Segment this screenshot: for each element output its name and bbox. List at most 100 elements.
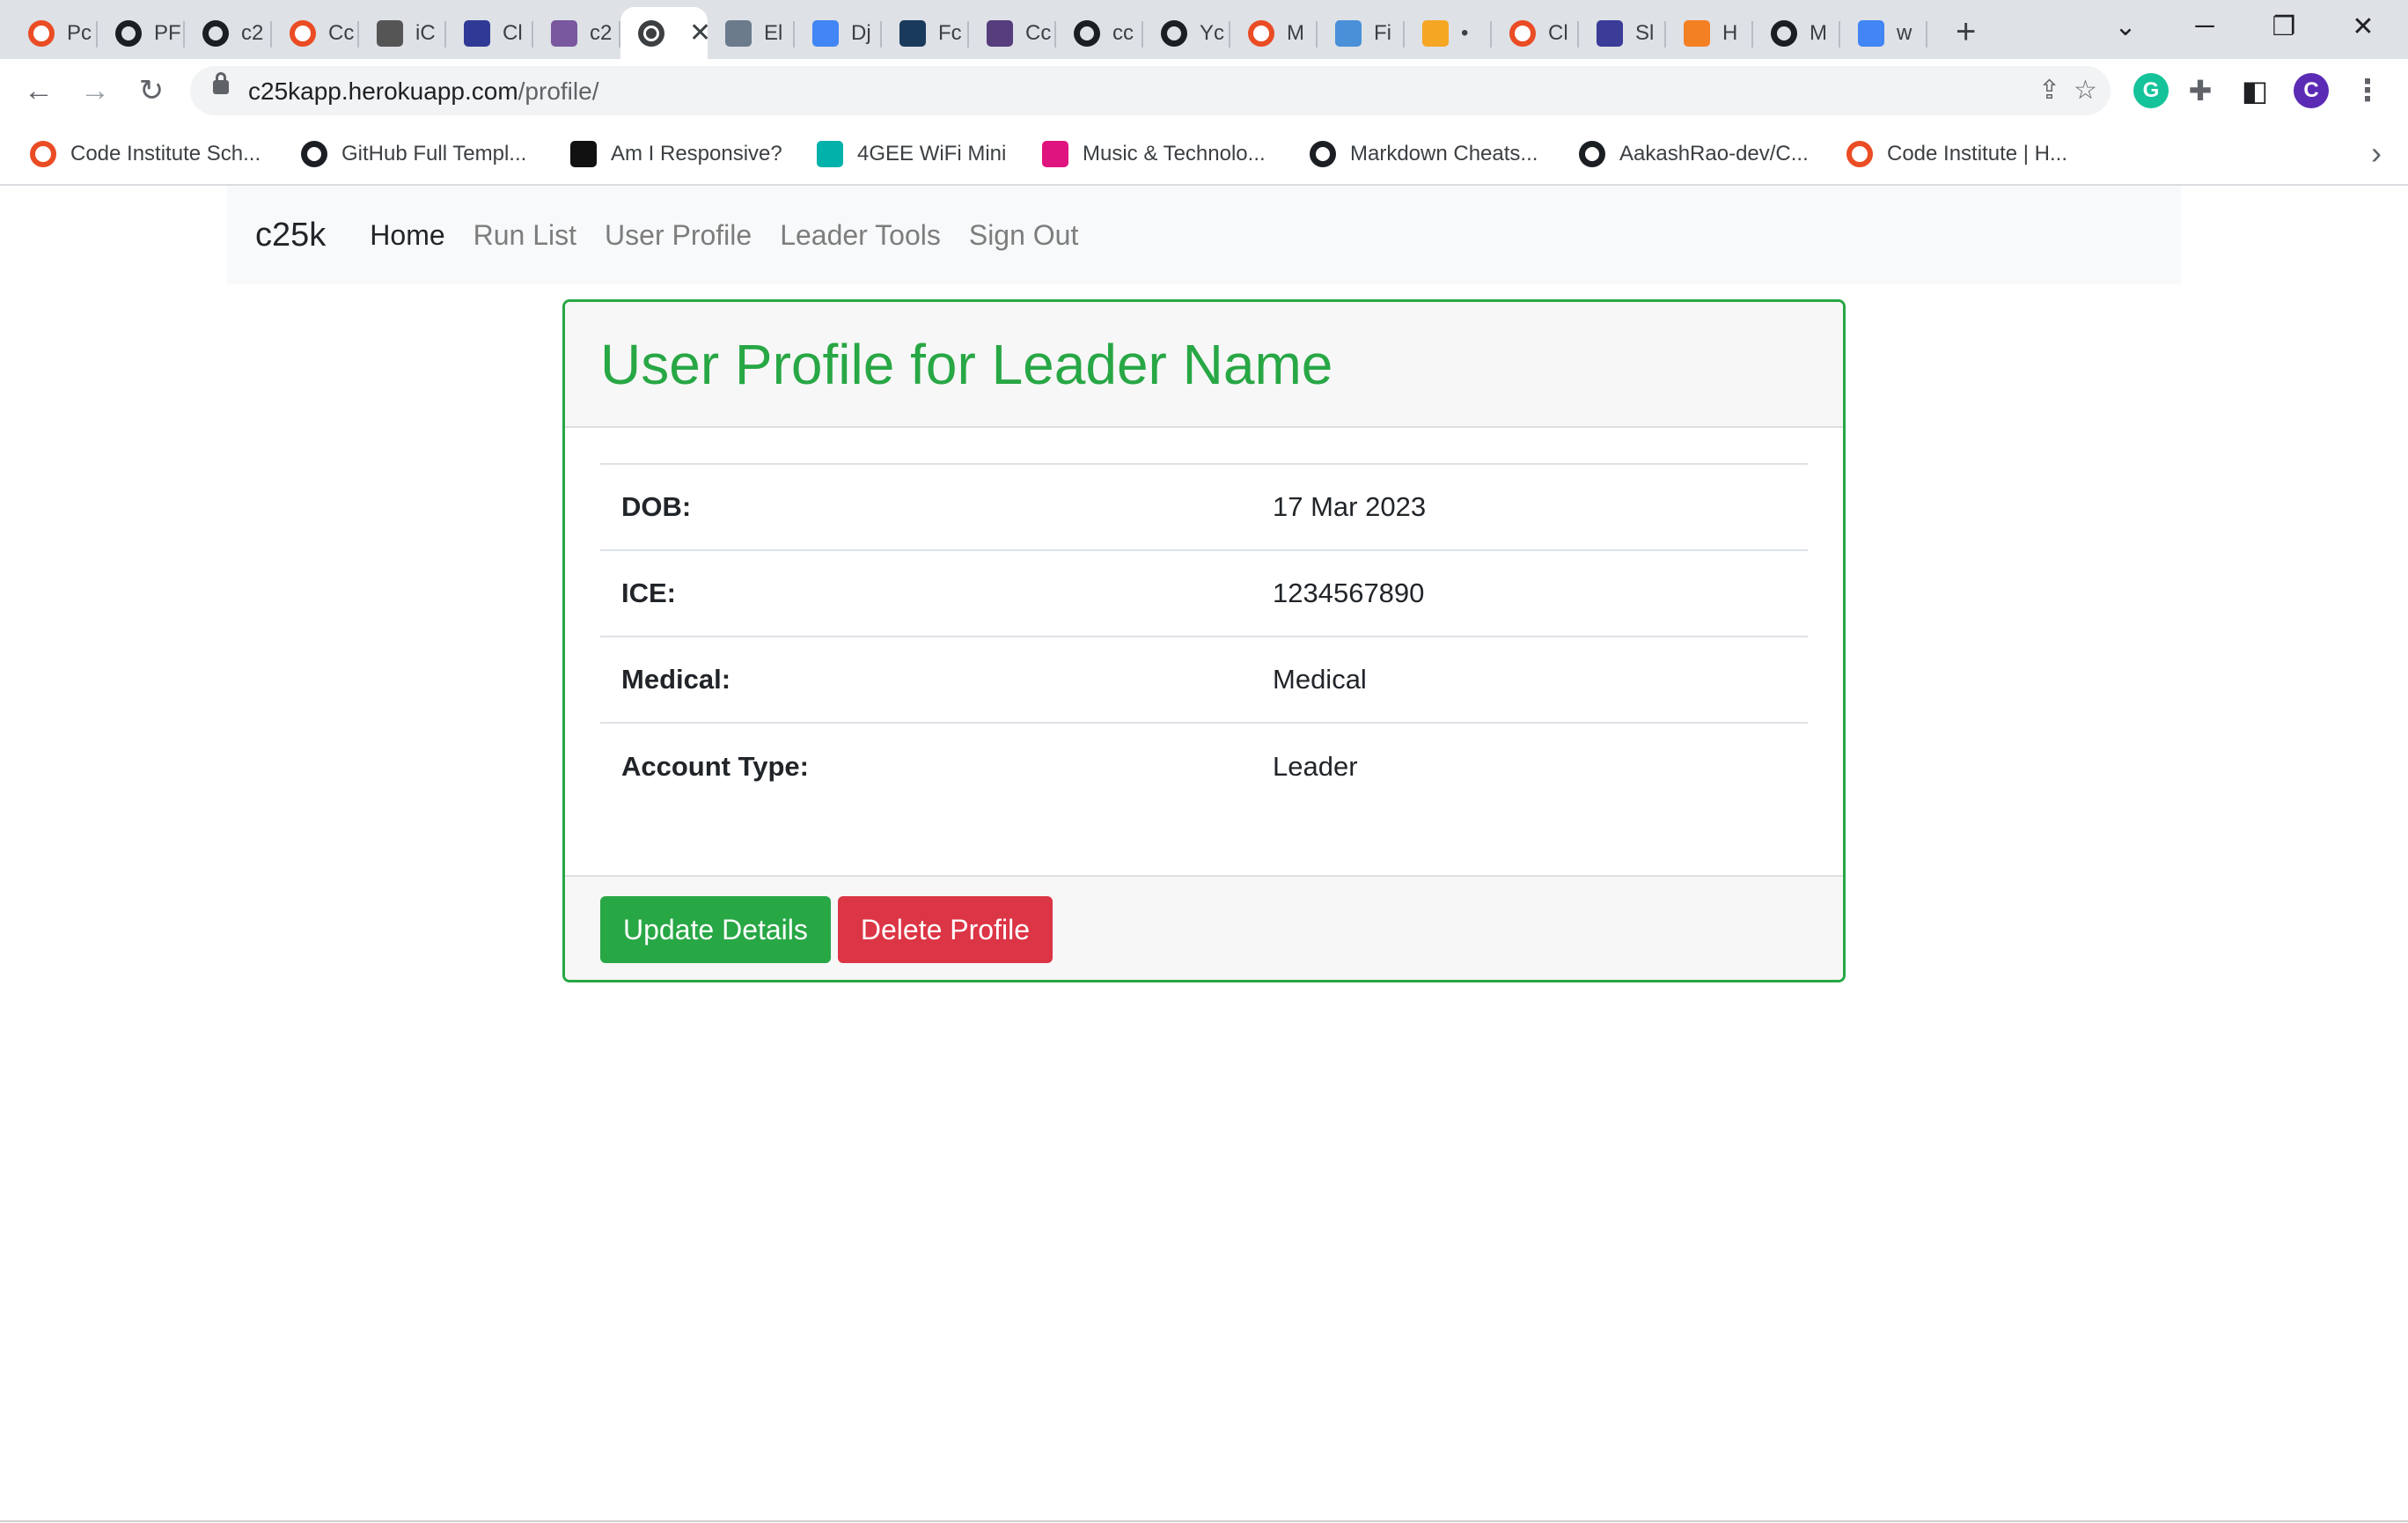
bookmark-item[interactable]: Code Institute Sch... bbox=[30, 138, 261, 170]
github-icon bbox=[301, 141, 327, 167]
bookmark-item[interactable]: 4GEE WiFi Mini bbox=[817, 138, 1006, 170]
tab-title: Pc bbox=[67, 20, 92, 45]
bookmark-item[interactable]: Music & Technolo... bbox=[1042, 138, 1266, 170]
google-icon bbox=[1858, 19, 1884, 47]
bookmark-star-icon[interactable]: ☆ bbox=[2074, 75, 2097, 106]
code-institute-icon bbox=[1248, 19, 1274, 47]
browser-tab[interactable]: Fi bbox=[1318, 7, 1405, 59]
reload-icon[interactable]: ↻ bbox=[132, 71, 171, 110]
heroku-icon bbox=[551, 19, 577, 47]
grammarly-extension-icon[interactable]: G bbox=[2133, 73, 2169, 108]
nav-link-leader-tools[interactable]: Leader Tools bbox=[780, 219, 941, 252]
side-panel-icon[interactable]: ◧ bbox=[2237, 73, 2272, 108]
browser-tab[interactable]: c2 bbox=[185, 7, 272, 59]
restore-window-icon[interactable]: ❐ bbox=[2253, 0, 2315, 53]
nav-link-home[interactable]: Home bbox=[370, 219, 444, 252]
tab-title: Sl bbox=[1635, 20, 1655, 45]
browser-tab[interactable]: Dj bbox=[795, 7, 882, 59]
new-tab-button[interactable]: + bbox=[1956, 12, 1976, 52]
bookmark-item[interactable]: Code Institute | H... bbox=[1846, 138, 2067, 170]
profile-avatar[interactable]: C bbox=[2294, 73, 2329, 108]
browser-tab[interactable]: w bbox=[1840, 7, 1927, 59]
nav-link-sign-out[interactable]: Sign Out bbox=[969, 219, 1079, 252]
ui-logo-icon bbox=[570, 141, 597, 167]
browser-tab[interactable]: Cc bbox=[969, 7, 1056, 59]
more-bookmarks-chevron-icon[interactable]: › bbox=[2371, 135, 2382, 172]
browser-tab[interactable]: ✕ bbox=[620, 7, 711, 59]
shield-icon bbox=[1597, 19, 1623, 47]
dob-value: 17 Mar 2023 bbox=[1252, 463, 1808, 550]
nav-link-run-list[interactable]: Run List bbox=[474, 219, 576, 252]
browser-tab[interactable]: iC bbox=[359, 7, 446, 59]
back-arrow-icon[interactable]: ← bbox=[19, 71, 58, 110]
table-row: ICE: 1234567890 bbox=[600, 549, 1808, 636]
nav-link-user-profile[interactable]: User Profile bbox=[605, 219, 752, 252]
bookmark-label: AakashRao-dev/C... bbox=[1619, 142, 1809, 166]
tab-title: PF bbox=[154, 20, 181, 45]
update-details-button[interactable]: Update Details bbox=[600, 896, 831, 963]
url-host: c25kapp.herokuapp.com bbox=[248, 77, 518, 105]
bookmark-item[interactable]: Markdown Cheats... bbox=[1310, 138, 1538, 170]
tab-title: Yc bbox=[1200, 20, 1225, 45]
github-icon bbox=[202, 19, 229, 47]
browser-tab[interactable]: Pc bbox=[11, 7, 98, 59]
delete-profile-button[interactable]: Delete Profile bbox=[837, 896, 1053, 963]
browser-tab[interactable]: PF bbox=[98, 7, 185, 59]
bookmark-item[interactable]: Am I Responsive? bbox=[570, 138, 782, 170]
address-bar[interactable]: c25kapp.herokuapp.com/profile/ ⇪ ☆ bbox=[190, 66, 2111, 115]
bookmark-label: 4GEE WiFi Mini bbox=[857, 142, 1007, 166]
github-icon bbox=[1771, 19, 1797, 47]
tab-title: Dj bbox=[851, 20, 871, 45]
bookmarks-bar: Code Institute Sch... GitHub Full Templ..… bbox=[0, 122, 2408, 186]
medical-label: Medical: bbox=[600, 636, 1252, 723]
tab-title: Cc bbox=[1025, 20, 1052, 45]
tab-title: Fc bbox=[938, 20, 962, 45]
bookmark-item[interactable]: GitHub Full Templ... bbox=[301, 138, 526, 170]
browser-tab[interactable]: M bbox=[1230, 7, 1318, 59]
profile-details-table: DOB: 17 Mar 2023 ICE: 1234567890 Medical… bbox=[600, 463, 1808, 809]
tab-title: c2 bbox=[241, 20, 264, 45]
profile-card-header: User Profile for Leader Name bbox=[565, 302, 1843, 428]
browser-toolbar: ← → ↻ c25kapp.herokuapp.com/profile/ ⇪ ☆… bbox=[0, 59, 2408, 122]
browser-tab[interactable]: Fc bbox=[882, 7, 969, 59]
apple-icon bbox=[377, 19, 403, 47]
browser-tab[interactable]: Cc bbox=[272, 7, 359, 59]
music-icon bbox=[1042, 141, 1068, 167]
bookmark-label: Code Institute Sch... bbox=[70, 142, 261, 166]
navbar-brand[interactable]: c25k bbox=[255, 217, 326, 254]
browser-tab[interactable]: c2 bbox=[533, 7, 620, 59]
bookmark-label: Markdown Cheats... bbox=[1350, 142, 1538, 166]
browser-menu-icon[interactable]: ⋮ bbox=[2350, 73, 2385, 108]
browser-tab[interactable]: Cl bbox=[1492, 7, 1579, 59]
fc-icon bbox=[899, 19, 926, 47]
dashboard-icon bbox=[464, 19, 490, 47]
close-window-icon[interactable]: ✕ bbox=[2332, 0, 2394, 53]
extensions-puzzle-icon[interactable]: ✚ bbox=[2183, 73, 2218, 108]
browser-tab[interactable]: M bbox=[1753, 7, 1840, 59]
bookmark-item[interactable]: AakashRao-dev/C... bbox=[1579, 138, 1809, 170]
tab-separator bbox=[1926, 21, 1927, 48]
browser-tab[interactable]: El bbox=[708, 7, 795, 59]
tab-title: Cc bbox=[328, 20, 355, 45]
minimize-window-icon[interactable]: ─ bbox=[2174, 0, 2235, 53]
forward-arrow-icon[interactable]: → bbox=[76, 71, 114, 110]
browser-tab[interactable]: • bbox=[1405, 7, 1492, 59]
lock-icon[interactable] bbox=[213, 72, 229, 94]
tab-title: H bbox=[1722, 20, 1738, 45]
share-icon[interactable]: ⇪ bbox=[2038, 75, 2060, 106]
browser-tab[interactable]: H bbox=[1666, 7, 1753, 59]
browser-tab[interactable]: Cl bbox=[446, 7, 533, 59]
account-type-label: Account Type: bbox=[600, 722, 1252, 809]
url-path: /profile/ bbox=[518, 77, 599, 105]
elephant-icon bbox=[725, 19, 752, 47]
browser-tab[interactable]: Sl bbox=[1579, 7, 1666, 59]
globe-icon bbox=[638, 19, 664, 47]
tab-search-chevron-icon[interactable]: ⌄ bbox=[2095, 0, 2156, 53]
github-icon bbox=[1579, 141, 1605, 167]
browser-tab[interactable]: cc bbox=[1056, 7, 1143, 59]
tab-title: cc bbox=[1112, 20, 1134, 45]
url-text[interactable]: c25kapp.herokuapp.com/profile/ bbox=[248, 77, 598, 106]
browser-tab[interactable]: Yc bbox=[1143, 7, 1230, 59]
tab-title: iC bbox=[415, 20, 436, 45]
tab-title: El bbox=[764, 20, 783, 45]
